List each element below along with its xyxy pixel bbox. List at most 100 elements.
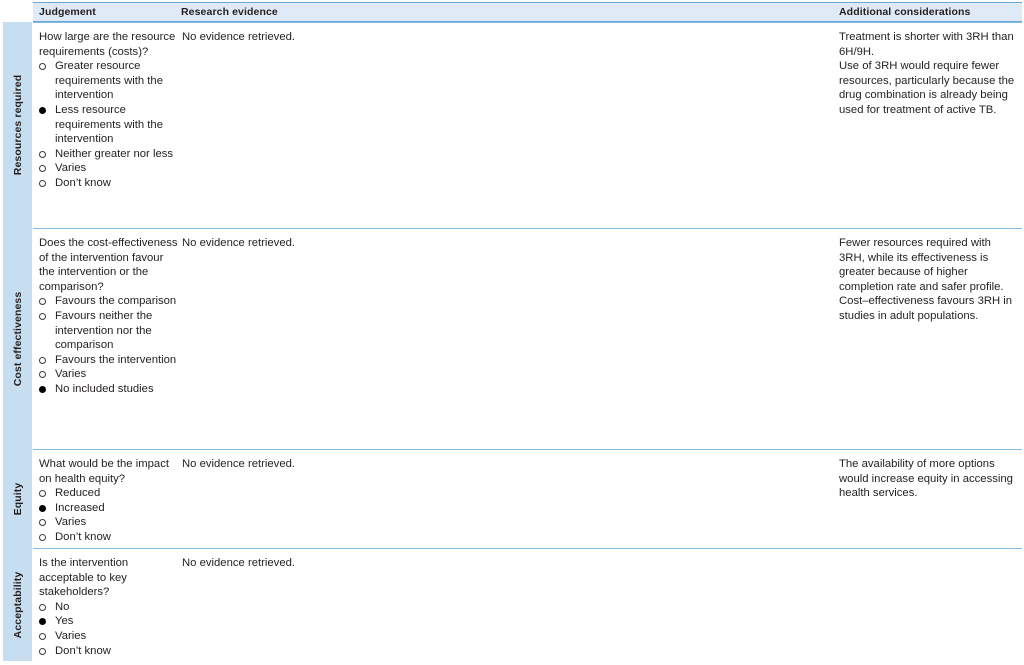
additional-considerations-paragraph: Use of 3RH would require fewer resources…	[839, 60, 1015, 116]
research-evidence-text: No evidence retrieved.	[182, 237, 296, 249]
radio-unselected-icon[interactable]	[39, 490, 46, 498]
radio-unselected-icon[interactable]	[39, 533, 46, 541]
criterion-band-equity: Equity	[3, 449, 32, 548]
judgement-option[interactable]: Varies	[39, 515, 179, 530]
radio-unselected-icon[interactable]	[39, 179, 46, 187]
radio-unselected-icon[interactable]	[39, 371, 46, 379]
column-header-additional-considerations: Additional considerations	[839, 6, 971, 18]
judgement-option-label: Varies	[55, 629, 87, 642]
radio-selected-icon[interactable]	[39, 385, 46, 393]
radio-unselected-icon[interactable]	[39, 647, 46, 655]
criterion-row-acceptability: Acceptability Is the intervention accepta…	[0, 548, 1024, 661]
radio-unselected-icon[interactable]	[39, 603, 46, 611]
judgement-cell: How large are the resource requirements …	[39, 22, 179, 191]
judgement-option[interactable]: Varies	[39, 367, 179, 382]
judgement-option-label: Favours the intervention	[55, 353, 177, 366]
judgement-option[interactable]: No included studies	[39, 382, 179, 397]
additional-considerations-paragraph: Treatment is shorter with 3RH than 6H/9H…	[839, 31, 1014, 58]
research-evidence-cell: No evidence retrieved.	[182, 228, 832, 251]
additional-considerations-cell: The availability of more options would i…	[839, 449, 1019, 501]
criterion-band-resources-required: Resources required	[3, 22, 32, 228]
criterion-row-resources-required: Resources required How large are the reso…	[0, 22, 1024, 228]
criterion-row-cost-effectiveness: Cost effectiveness Does the cost-effectiv…	[0, 228, 1024, 449]
additional-considerations-cell: Fewer resources required with 3RH, while…	[839, 228, 1019, 324]
radio-unselected-icon[interactable]	[39, 356, 46, 364]
judgement-option-label: Increased	[55, 501, 105, 514]
radio-selected-icon[interactable]	[39, 618, 46, 626]
judgement-option-label: Favours neither the intervention nor the…	[55, 309, 153, 352]
judgement-option-label: No	[55, 600, 70, 613]
radio-selected-icon[interactable]	[39, 106, 46, 114]
research-evidence-cell: No evidence retrieved.	[182, 548, 832, 571]
research-evidence-cell: No evidence retrieved.	[182, 449, 832, 472]
radio-selected-icon[interactable]	[39, 504, 46, 512]
judgement-option[interactable]: Don’t know	[39, 644, 179, 659]
judgement-option[interactable]: Less resource requirements with the inte…	[39, 103, 179, 147]
judgement-option-label: Greater resource requirements with the i…	[55, 60, 163, 102]
judgement-option-label: Don’t know	[55, 530, 111, 543]
judgement-cell: Does the cost-effectiveness of the inter…	[39, 228, 179, 397]
criterion-label: Acceptability	[11, 571, 24, 638]
column-header-judgement: Judgement	[39, 6, 96, 18]
additional-considerations-cell	[839, 548, 1019, 556]
additional-considerations-text: Treatment is shorter with 3RH than 6H/9H…	[839, 30, 1019, 118]
judgement-option-label: Varies	[55, 162, 87, 175]
radio-unselected-icon[interactable]	[39, 519, 46, 527]
judgement-question: Is the intervention acceptable to key st…	[39, 557, 129, 599]
judgement-option[interactable]: Yes	[39, 614, 179, 629]
judgement-options: No Yes Varies Don’t know	[39, 600, 179, 658]
research-evidence-text: No evidence retrieved.	[182, 31, 296, 43]
judgement-option[interactable]: Don’t know	[39, 530, 179, 545]
research-evidence-text: No evidence retrieved.	[182, 458, 296, 470]
criterion-row-equity: Equity What would be the impact on health…	[0, 449, 1024, 548]
judgement-options: Reduced Increased Varies Don’t know	[39, 486, 179, 544]
research-evidence-cell: No evidence retrieved.	[182, 22, 832, 45]
radio-unselected-icon[interactable]	[39, 165, 46, 173]
judgement-option-label: Don’t know	[55, 176, 111, 189]
radio-unselected-icon[interactable]	[39, 63, 46, 71]
additional-considerations-cell: Treatment is shorter with 3RH than 6H/9H…	[839, 22, 1019, 118]
judgement-option[interactable]: No	[39, 600, 179, 615]
judgement-option[interactable]: Favours the intervention	[39, 353, 179, 368]
judgement-option-label: Reduced	[55, 487, 101, 500]
judgement-options: Favours the comparison Favours neither th…	[39, 294, 179, 396]
criterion-band-acceptability: Acceptability	[3, 548, 32, 661]
judgement-option-label: Don’t know	[55, 644, 111, 657]
additional-considerations-text: Fewer resources required with 3RH, while…	[839, 236, 1019, 324]
radio-unselected-icon[interactable]	[39, 150, 46, 158]
judgement-question: Does the cost-effectiveness of the inter…	[39, 237, 178, 293]
judgement-options: Greater resource requirements with the i…	[39, 59, 179, 190]
judgement-option-label: No included studies	[55, 382, 154, 395]
judgement-option-label: Varies	[55, 516, 87, 529]
additional-considerations-paragraph: Fewer resources required with 3RH, while…	[839, 237, 1013, 322]
judgement-question: How large are the resource requirements …	[39, 31, 176, 58]
judgement-option[interactable]: Neither greater nor less	[39, 147, 179, 162]
judgement-option[interactable]: Don’t know	[39, 176, 179, 191]
judgement-option[interactable]: Varies	[39, 629, 179, 644]
criterion-label: Equity	[11, 482, 24, 515]
judgement-option-label: Favours the comparison	[55, 295, 177, 308]
judgement-option[interactable]: Increased	[39, 501, 179, 516]
column-header-research-evidence: Research evidence	[181, 6, 278, 18]
evidence-to-decision-table: Judgement Research evidence Additional c…	[0, 0, 1024, 665]
radio-unselected-icon[interactable]	[39, 312, 46, 320]
judgement-option[interactable]: Varies	[39, 161, 179, 176]
judgement-option[interactable]: Reduced	[39, 486, 179, 501]
criterion-band-cost-effectiveness: Cost effectiveness	[3, 228, 32, 449]
judgement-cell: Is the intervention acceptable to key st…	[39, 548, 179, 658]
research-evidence-text: No evidence retrieved.	[182, 557, 296, 569]
judgement-option[interactable]: Favours the comparison	[39, 294, 179, 309]
criterion-label: Resources required	[11, 74, 24, 176]
radio-unselected-icon[interactable]	[39, 632, 46, 640]
additional-considerations-paragraph: The availability of more options would i…	[839, 458, 1013, 500]
judgement-option[interactable]: Favours neither the intervention nor the…	[39, 309, 179, 353]
judgement-option-label: Less resource requirements with the inte…	[55, 103, 163, 146]
judgement-option[interactable]: Greater resource requirements with the i…	[39, 59, 179, 103]
judgement-cell: What would be the impact on health equit…	[39, 449, 179, 545]
judgement-option-label: Neither greater nor less	[55, 147, 174, 160]
criterion-label: Cost effectiveness	[11, 291, 24, 386]
table-header-row: Judgement Research evidence Additional c…	[33, 2, 1022, 22]
radio-unselected-icon[interactable]	[39, 298, 46, 306]
judgement-question: What would be the impact on health equit…	[39, 458, 169, 485]
judgement-option-label: Varies	[55, 368, 87, 381]
